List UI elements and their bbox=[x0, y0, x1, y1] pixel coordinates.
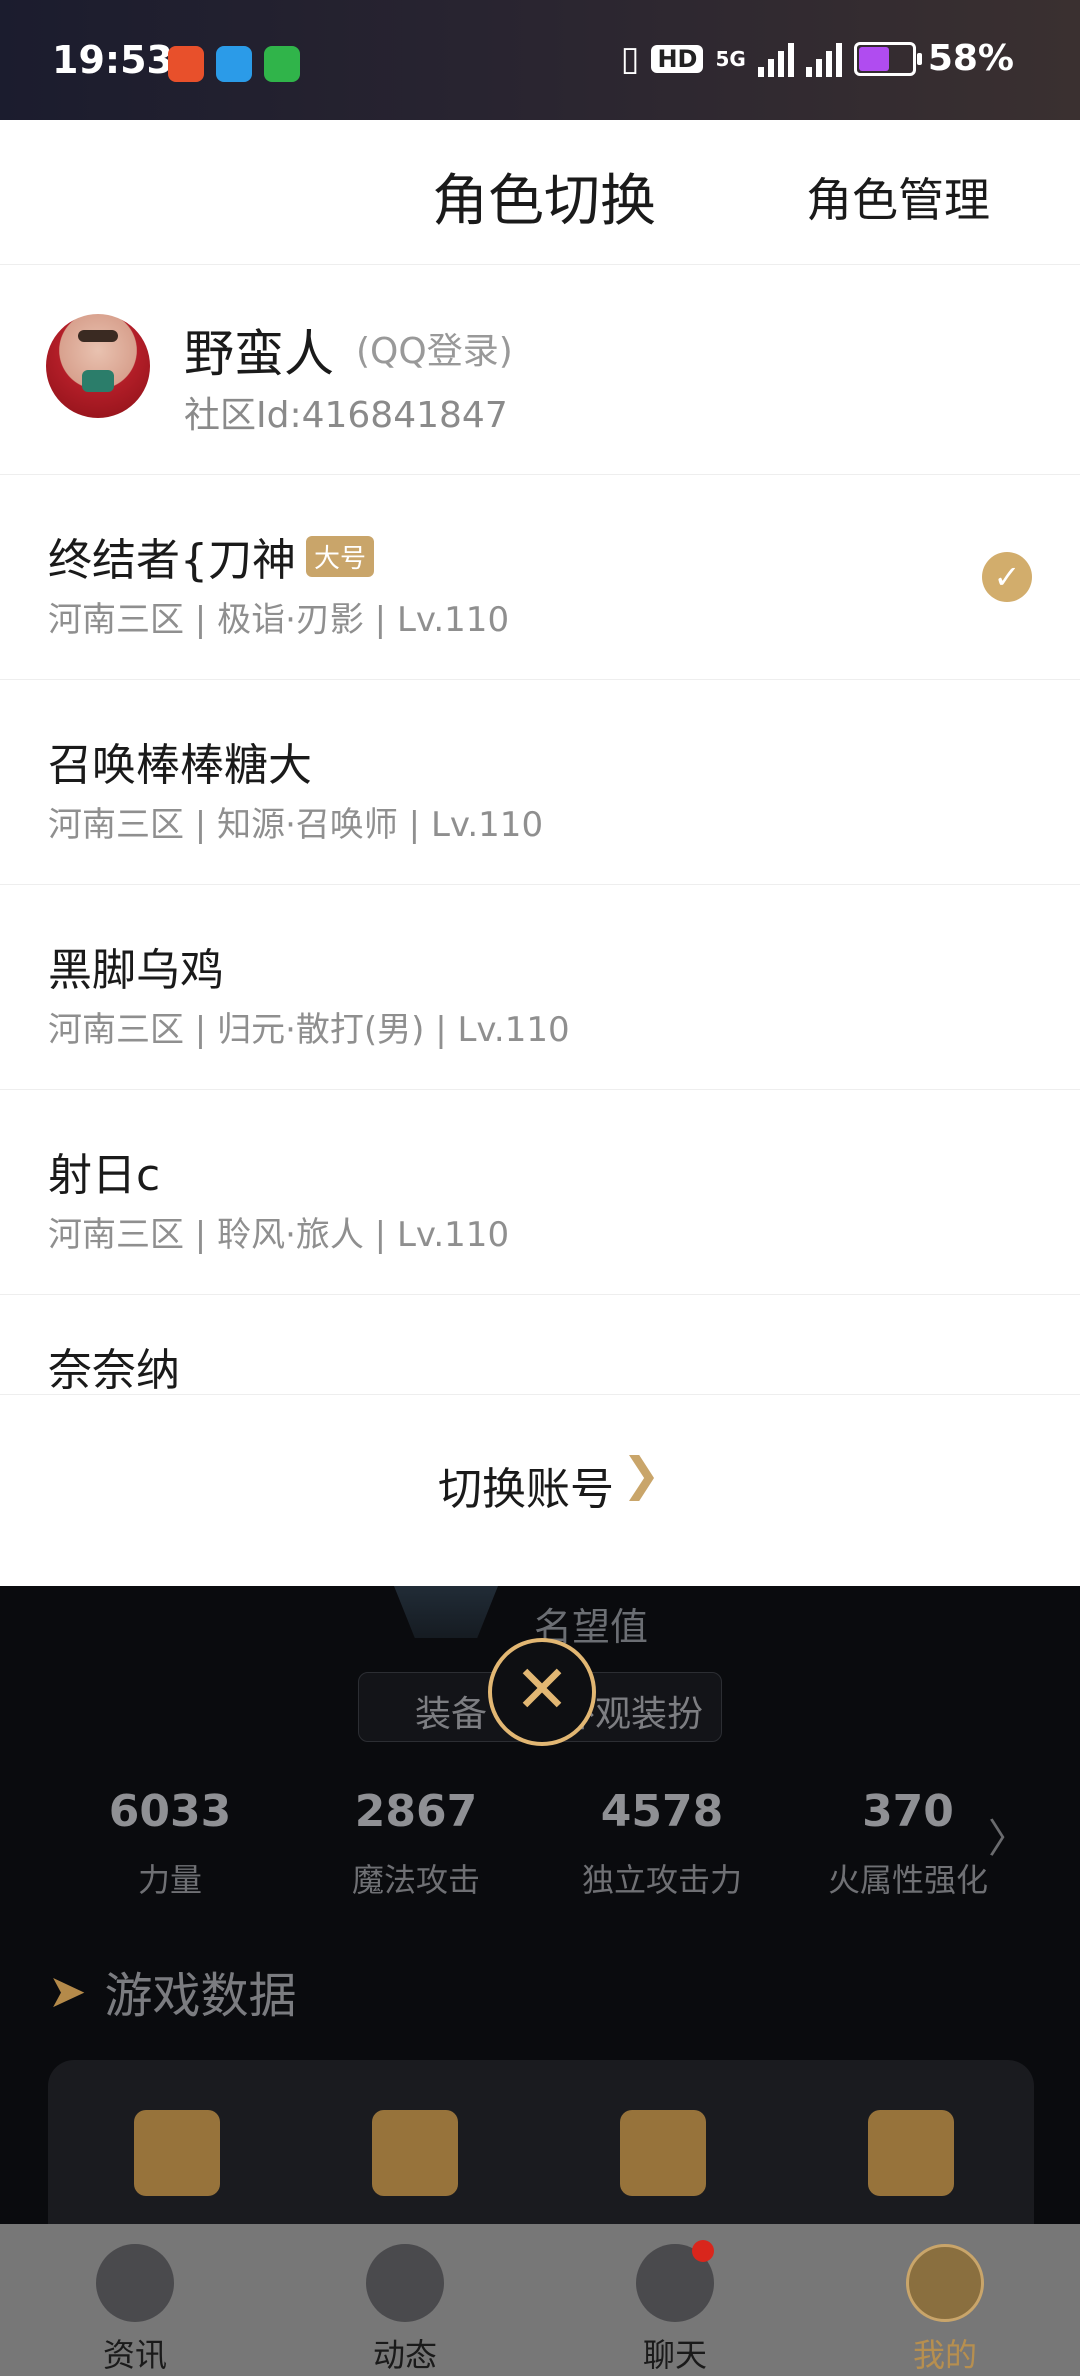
stat-item: 4578 独立攻击力 bbox=[542, 1786, 782, 1901]
role-name-text: 射日c bbox=[48, 1150, 161, 1201]
section-title-text: 游戏数据 bbox=[104, 1968, 297, 2024]
avatar bbox=[46, 314, 150, 418]
scroll-icon[interactable] bbox=[620, 2110, 706, 2196]
chevron-right-icon[interactable]: 〉 bbox=[988, 1806, 1028, 1864]
nav-label: 资讯 bbox=[102, 2336, 167, 2374]
bag-icon[interactable] bbox=[372, 2110, 458, 2196]
role-item[interactable]: 奈奈纳 bbox=[0, 1294, 1080, 1394]
main-account-badge: 大号 bbox=[306, 535, 375, 577]
status-time: 19:53 bbox=[52, 38, 173, 82]
role-item[interactable]: 终结者{刀神 大号 河南三区 | 极诣·刃影 | Lv.110 ✓ bbox=[0, 474, 1080, 680]
account-info: 野蛮人 (QQ登录) 社区Id:416841847 bbox=[0, 264, 1080, 475]
role-name-text: 终结者{刀神 bbox=[48, 535, 296, 586]
news-icon bbox=[96, 2244, 174, 2322]
stat-item: 2867 魔法攻击 bbox=[296, 1786, 536, 1901]
role-info: 河南三区 | 极诣·刃影 | Lv.110 bbox=[48, 600, 510, 640]
nav-feed[interactable]: 动态 bbox=[270, 2224, 540, 2376]
nav-label: 我的 bbox=[912, 2336, 977, 2374]
close-button[interactable]: ✕ bbox=[488, 1638, 596, 1746]
bottom-nav: 资讯 动态 聊天 我的 bbox=[0, 2224, 1080, 2376]
game-data-section-title: ➤ 游戏数据 bbox=[48, 1956, 297, 2026]
role-name-text: 黑脚乌鸡 bbox=[48, 945, 224, 996]
profile-background: 名望值 装备 外观装扮 ✕ 6033 力量 2867 魔法攻击 4578 独立攻… bbox=[0, 1586, 1080, 2280]
profile-icon bbox=[906, 2244, 984, 2322]
stat-value: 2867 bbox=[354, 1786, 478, 1837]
dragon-icon bbox=[366, 2244, 444, 2322]
vibrate-icon: ▯ bbox=[620, 38, 640, 79]
stat-label: 力量 bbox=[137, 1861, 202, 1899]
stat-value: 6033 bbox=[108, 1786, 232, 1837]
check-icon: ✓ bbox=[982, 552, 1032, 602]
stat-value: 4578 bbox=[600, 1786, 724, 1837]
role-item[interactable]: 召唤棒棒糖大 河南三区 | 知源·召唤师 | Lv.110 bbox=[0, 679, 1080, 885]
role-name: 终结者{刀神 大号 bbox=[48, 524, 375, 588]
role-info: 河南三区 | 聆风·旅人 | Lv.110 bbox=[48, 1215, 510, 1255]
stat-label: 独立攻击力 bbox=[581, 1861, 742, 1899]
sheet-title: 角色切换 bbox=[432, 169, 656, 234]
stat-item: 6033 力量 bbox=[50, 1786, 290, 1901]
role-switch-sheet: 角色切换 角色管理 野蛮人 (QQ登录) 社区Id:416841847 终结者{… bbox=[0, 120, 1080, 1586]
notification-dot bbox=[692, 2240, 714, 2262]
chat-icon bbox=[636, 2240, 714, 2322]
role-name-text: 奈奈纳 bbox=[48, 1345, 180, 1394]
account-login-type: (QQ登录) bbox=[356, 331, 513, 372]
role-info: 河南三区 | 知源·召唤师 | Lv.110 bbox=[48, 805, 544, 845]
signal-icon bbox=[757, 41, 794, 77]
status-bar: 19:53 ▯ HD 5G 58% bbox=[0, 0, 1080, 120]
switch-account-button[interactable]: 切换账号 ❯ bbox=[0, 1394, 1080, 1585]
battery-icon bbox=[853, 41, 922, 76]
community-id: 社区Id:416841847 bbox=[184, 395, 508, 436]
hd-icon: HD bbox=[651, 44, 704, 73]
role-name: 奈奈纳 bbox=[48, 1334, 180, 1394]
record-icon[interactable] bbox=[134, 2110, 220, 2196]
tab-equipment[interactable]: 装备 bbox=[415, 1685, 487, 1737]
role-manage-button[interactable]: 角色管理 bbox=[806, 164, 990, 230]
notification-app-icon bbox=[168, 46, 204, 82]
nav-label: 动态 bbox=[372, 2336, 437, 2374]
role-name: 射日c bbox=[48, 1139, 160, 1203]
sheet-header: 角色切换 角色管理 bbox=[0, 120, 1080, 265]
role-name: 召唤棒棒糖大 bbox=[48, 729, 312, 793]
status-right: ▯ HD 5G 58% bbox=[621, 38, 1014, 79]
signal-icon-2 bbox=[805, 41, 842, 77]
role-name-text: 召唤棒棒糖大 bbox=[48, 740, 312, 791]
nav-label: 聊天 bbox=[642, 2336, 707, 2374]
role-name: 黑脚乌鸡 bbox=[48, 934, 224, 998]
rank-emblem-icon bbox=[394, 1586, 498, 1638]
nav-mine[interactable]: 我的 bbox=[810, 2224, 1080, 2376]
switch-account-label: 切换账号 bbox=[438, 1464, 614, 1515]
chevron-right-icon: ❯ bbox=[622, 1447, 661, 1501]
role-item[interactable]: 射日c 河南三区 | 聆风·旅人 | Lv.110 bbox=[0, 1089, 1080, 1295]
network-label: 5G bbox=[715, 46, 746, 71]
edit-note-icon[interactable] bbox=[868, 2110, 954, 2196]
battery-percent: 58% bbox=[927, 38, 1014, 79]
arrow-icon: ➤ bbox=[48, 1964, 87, 2018]
nav-chat[interactable]: 聊天 bbox=[540, 2224, 810, 2376]
role-info: 河南三区 | 归元·散打(男) | Lv.110 bbox=[48, 1010, 570, 1050]
browser-icon bbox=[216, 46, 252, 82]
messages-icon bbox=[264, 46, 300, 82]
nav-news[interactable]: 资讯 bbox=[0, 2224, 270, 2376]
role-item[interactable]: 黑脚乌鸡 河南三区 | 归元·散打(男) | Lv.110 bbox=[0, 884, 1080, 1090]
stat-label: 魔法攻击 bbox=[351, 1861, 480, 1899]
account-name: 野蛮人 bbox=[184, 325, 334, 383]
